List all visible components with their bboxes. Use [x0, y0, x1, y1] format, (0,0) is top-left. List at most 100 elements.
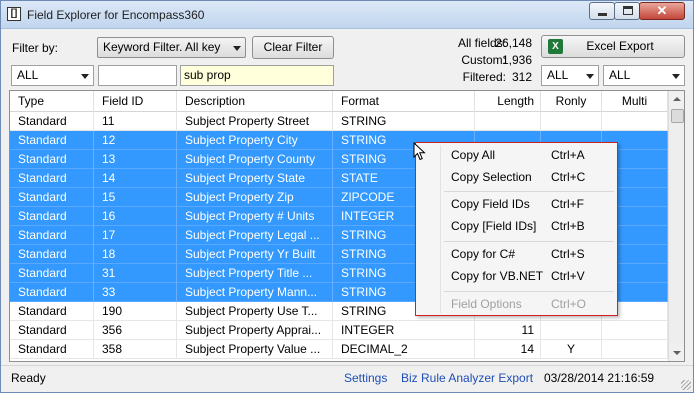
column-header-description[interactable]: Description	[177, 91, 333, 112]
cell-type: Standard	[10, 207, 94, 226]
cell-field-id: 356	[94, 321, 177, 340]
menu-item-label: Field Options	[451, 297, 522, 311]
multi-filter-dropdown[interactable]: ALL	[603, 65, 685, 86]
table-row[interactable]: Standard 358 Subject Property Value ... DEC…	[10, 340, 668, 359]
title-bar[interactable]: [] Field Explorer for Encompass360 ✕	[1, 1, 693, 29]
cell-format: INTEGER	[333, 321, 475, 340]
grid-header: Type Field ID Description Format Length …	[10, 91, 668, 112]
column-header-length[interactable]: Length	[475, 91, 541, 112]
status-bar: Ready Settings Biz Rule Analyzer Export …	[1, 365, 693, 392]
excel-export-button[interactable]: X Excel Export	[541, 35, 685, 58]
menu-item-copy-bracketed-field-ids[interactable]: Copy [Field IDs] Ctrl+B	[418, 215, 615, 237]
cell-field-id: 190	[94, 302, 177, 321]
cell-field-id: 17	[94, 226, 177, 245]
excel-export-label: Excel Export	[586, 39, 654, 53]
cell-ronly: Y	[541, 340, 602, 359]
resize-grip-icon[interactable]	[681, 380, 691, 390]
window-title: Field Explorer for Encompass360	[27, 8, 205, 22]
minimize-button[interactable]	[589, 2, 615, 20]
cell-field-id: 18	[94, 245, 177, 264]
menu-item-copy-vbnet[interactable]: Copy for VB.NET Ctrl+V	[418, 265, 615, 287]
cell-field-id: 14	[94, 169, 177, 188]
menu-item-copy-csharp[interactable]: Copy for C# Ctrl+S	[418, 243, 615, 265]
menu-item-shortcut: Ctrl+V	[551, 269, 585, 283]
cell-description: Subject Property Legal ...	[177, 226, 333, 245]
column-header-field-id[interactable]: Field ID	[94, 91, 177, 112]
ronly-filter-dropdown[interactable]: ALL	[541, 65, 599, 86]
menu-separator	[444, 191, 614, 192]
type-filter-dropdown[interactable]: ALL	[11, 65, 94, 86]
cell-length: 11	[475, 321, 541, 340]
cell-field-id: 15	[94, 188, 177, 207]
cell-type: Standard	[10, 112, 94, 131]
column-header-ronly[interactable]: Ronly	[541, 91, 602, 112]
status-text: Ready	[11, 371, 46, 385]
cell-field-id: 16	[94, 207, 177, 226]
cell-type: Standard	[10, 264, 94, 283]
column-header-type[interactable]: Type	[10, 91, 94, 112]
cell-type: Standard	[10, 283, 94, 302]
context-menu: Copy All Ctrl+A Copy Selection Ctrl+C Co…	[415, 142, 618, 316]
cell-description: Subject Property Yr Built	[177, 245, 333, 264]
cell-multi	[602, 112, 668, 131]
field-id-filter-input[interactable]	[98, 65, 177, 86]
scroll-up-button[interactable]	[669, 91, 684, 108]
custom-count: 1,936	[501, 53, 532, 67]
menu-item-label: Copy All	[451, 148, 496, 162]
menu-item-label: Copy [Field IDs]	[451, 219, 537, 233]
cell-description: Subject Property State	[177, 169, 333, 188]
cell-field-id: 358	[94, 340, 177, 359]
status-timestamp: 03/28/2014 21:16:59	[544, 371, 655, 385]
menu-separator	[444, 291, 614, 292]
filter-mode-dropdown[interactable]: Keyword Filter. All key	[97, 37, 246, 58]
cell-field-id: 11	[94, 112, 177, 131]
menu-item-field-options: Field Options Ctrl+O	[418, 293, 615, 315]
cell-description: Subject Property Use T...	[177, 302, 333, 321]
all-fields-count: 26,148	[495, 36, 532, 50]
cell-field-id: 12	[94, 131, 177, 150]
menu-item-label: Copy for C#	[451, 247, 516, 261]
menu-separator	[444, 241, 614, 242]
menu-item-shortcut: Ctrl+F	[551, 197, 584, 211]
cell-ronly	[541, 112, 602, 131]
cell-type: Standard	[10, 340, 94, 359]
arrow-up-icon	[673, 97, 681, 101]
cell-description: Subject Property City	[177, 131, 333, 150]
clear-filter-button[interactable]: Clear Filter	[252, 36, 334, 59]
menu-item-copy-all[interactable]: Copy All Ctrl+A	[418, 144, 615, 166]
cell-multi	[602, 321, 668, 340]
cell-description: Subject Property Value ...	[177, 340, 333, 359]
menu-item-shortcut: Ctrl+O	[551, 297, 587, 311]
cell-description: Subject Property Mann...	[177, 283, 333, 302]
description-filter-input[interactable]: sub prop	[180, 65, 334, 86]
column-header-format[interactable]: Format	[333, 91, 475, 112]
column-header-multi[interactable]: Multi	[602, 91, 668, 112]
table-row[interactable]: Standard 11 Subject Property Street STRING	[10, 112, 668, 131]
cell-description: Subject Property # Units	[177, 207, 333, 226]
cell-format: DECIMAL_2	[333, 340, 475, 359]
menu-item-copy-selection[interactable]: Copy Selection Ctrl+C	[418, 166, 615, 188]
cell-type: Standard	[10, 131, 94, 150]
chevron-down-icon	[586, 74, 594, 79]
cell-multi	[602, 340, 668, 359]
mouse-cursor-icon	[413, 142, 426, 161]
close-icon: ✕	[656, 3, 668, 18]
menu-item-copy-field-ids[interactable]: Copy Field IDs Ctrl+F	[418, 193, 615, 215]
cell-field-id: 33	[94, 283, 177, 302]
menu-item-label: Copy Field IDs	[451, 197, 530, 211]
type-filter-value: ALL	[17, 68, 39, 82]
excel-icon: X	[548, 39, 563, 54]
settings-link[interactable]: Settings	[344, 371, 387, 385]
maximize-button[interactable]	[614, 2, 640, 20]
biz-rule-analyzer-export-link[interactable]: Biz Rule Analyzer Export	[401, 371, 533, 385]
vertical-scrollbar[interactable]	[668, 91, 684, 361]
cell-type: Standard	[10, 150, 94, 169]
cell-description: Subject Property Title ...	[177, 264, 333, 283]
table-row[interactable]: Standard 356 Subject Property Apprai... INT…	[10, 321, 668, 340]
cell-type: Standard	[10, 169, 94, 188]
app-icon: []	[7, 7, 21, 21]
close-button[interactable]: ✕	[639, 2, 685, 20]
scroll-thumb[interactable]	[671, 109, 684, 123]
multi-filter-value: ALL	[609, 68, 631, 82]
scroll-down-button[interactable]	[669, 344, 684, 361]
